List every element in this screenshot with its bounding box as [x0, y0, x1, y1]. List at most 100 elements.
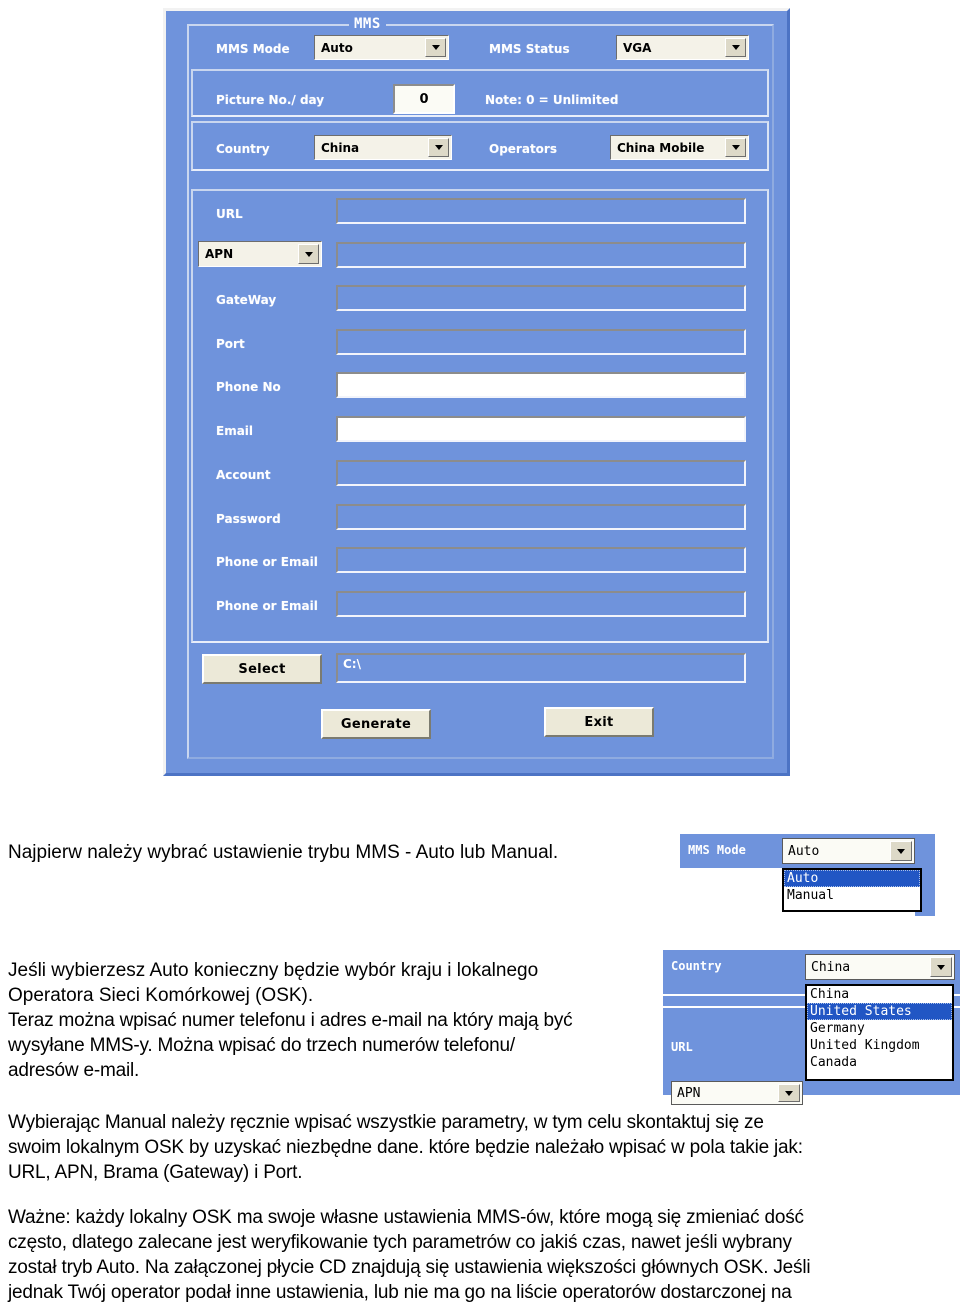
phone-no-input[interactable] — [336, 372, 746, 398]
mms-mode-label: MMS Mode — [216, 42, 290, 56]
callout-country-dropdown-button[interactable] — [930, 957, 952, 977]
paragraph-5-line-3: został tryb Auto. Na załączonej płycie C… — [8, 1257, 811, 1278]
phone-or-email-1-value — [338, 549, 744, 551]
apn-value — [338, 244, 744, 246]
paragraph-1-line-1: Najpierw należy wybrać ustawienie trybu … — [8, 842, 559, 863]
url-label: URL — [216, 207, 243, 221]
mms-status-select[interactable]: VGA — [616, 35, 749, 60]
mms-settings-dialog: MMS MMS Mode Auto MMS Status VGA Picture… — [163, 8, 790, 776]
port-label: Port — [216, 337, 245, 351]
phone-or-email-2-input[interactable] — [336, 591, 746, 617]
callout-country-option-united-states[interactable]: United States — [807, 1003, 952, 1020]
generate-button[interactable]: Generate — [321, 709, 431, 739]
operators-select[interactable]: China Mobile — [610, 135, 749, 160]
account-input[interactable] — [336, 460, 746, 486]
callout-country-option-china[interactable]: China — [807, 986, 952, 1003]
callout-mms-mode-option-auto[interactable]: Auto — [784, 870, 920, 887]
apn-input[interactable] — [336, 242, 746, 268]
callout-mms-mode-select[interactable]: Auto — [782, 838, 915, 864]
callout-country-option-canada[interactable]: Canada — [807, 1054, 952, 1071]
mms-mode-select[interactable]: Auto — [314, 35, 449, 60]
mms-status-label: MMS Status — [489, 42, 570, 56]
paragraph-2-line-2: Operatora Sieci Komórkowej (OSK). — [8, 985, 314, 1006]
chevron-down-icon — [785, 1090, 793, 1096]
email-value — [338, 418, 744, 420]
path-input[interactable]: C:\ — [336, 653, 746, 683]
apn-select[interactable]: APN — [198, 241, 322, 267]
callout-mms-mode-option-list[interactable]: Auto Manual — [782, 868, 922, 912]
paragraph-5-line-4: jednak Twój operator podał inne ustawien… — [8, 1282, 792, 1303]
country-label: Country — [216, 142, 270, 156]
paragraph-3-line-1: Teraz można wpisać numer telefonu i adre… — [8, 1010, 573, 1031]
paragraph-3-line-2: wysyłane MMS-y. Można wpisać do trzech n… — [8, 1035, 515, 1056]
phone-no-value — [338, 374, 744, 376]
select-button[interactable]: Select — [202, 654, 322, 684]
email-input[interactable] — [336, 416, 746, 442]
password-value — [338, 506, 744, 508]
chevron-down-icon — [897, 848, 905, 854]
phone-or-email-2-label: Phone or Email — [216, 599, 318, 613]
picture-no-label: Picture No./ day — [216, 93, 325, 107]
password-label: Password — [216, 512, 281, 526]
paragraph-2: Jeśli wybierzesz Auto konieczny będzie w… — [8, 958, 668, 1008]
paragraph-2-line-1: Jeśli wybierzesz Auto konieczny będzie w… — [8, 960, 539, 981]
paragraph-4-line-1: Wybierając Manual należy ręcznie wpisać … — [8, 1112, 764, 1133]
mms-status-dropdown-button[interactable] — [725, 38, 746, 57]
url-value — [338, 200, 744, 202]
operators-value: China Mobile — [617, 140, 705, 155]
chevron-down-icon — [731, 145, 740, 150]
callout-country-select[interactable]: China — [805, 954, 955, 980]
port-value — [338, 331, 744, 333]
chevron-down-icon — [304, 251, 313, 257]
mms-mode-dropdown-button[interactable] — [425, 38, 446, 57]
paragraph-5: Ważne: każdy lokalny OSK ma swoje własne… — [8, 1205, 958, 1305]
callout-mms-mode-background-right — [915, 834, 935, 868]
paragraph-3-line-3: adresów e-mail. — [8, 1060, 140, 1081]
callout-country-apn-dropdown-button[interactable] — [778, 1084, 800, 1102]
paragraph-3: Teraz można wpisać numer telefonu i adre… — [8, 1008, 688, 1083]
callout-country-label: Country — [671, 959, 722, 973]
password-input[interactable] — [336, 504, 746, 530]
mms-mode-value: Auto — [321, 40, 353, 55]
callout-country-option-germany[interactable]: Germany — [807, 1020, 952, 1037]
chevron-down-icon — [731, 45, 740, 50]
operators-dropdown-button[interactable] — [725, 138, 746, 157]
callout-mms-mode-value: Auto — [788, 843, 820, 859]
callout-country-apn-select[interactable]: APN — [671, 1081, 803, 1105]
chevron-down-icon — [937, 964, 945, 970]
apn-dropdown-button[interactable] — [298, 244, 319, 264]
country-value: China — [321, 140, 360, 155]
account-value — [338, 462, 744, 464]
account-label: Account — [216, 468, 271, 482]
apn-label: APN — [205, 247, 234, 261]
gateway-value — [338, 287, 744, 289]
callout-mms-mode-dropdown: MMS Mode Auto Auto Manual — [680, 834, 935, 916]
chevron-down-icon — [431, 45, 440, 50]
picture-no-input[interactable]: 0 — [393, 84, 455, 114]
phone-or-email-1-label: Phone or Email — [216, 555, 318, 569]
path-value: C:\ — [343, 657, 361, 671]
email-label: Email — [216, 424, 254, 438]
callout-mms-mode-label: MMS Mode — [688, 843, 746, 857]
phone-no-label: Phone No — [216, 380, 281, 394]
callout-country-option-united-kingdom[interactable]: United Kingdom — [807, 1037, 952, 1054]
callout-mms-mode-dropdown-button[interactable] — [890, 841, 912, 861]
port-input[interactable] — [336, 329, 746, 355]
gateway-input[interactable] — [336, 285, 746, 311]
mms-group-legend: MMS — [349, 17, 386, 31]
phone-or-email-2-value — [338, 593, 744, 595]
paragraph-5-line-1: Ważne: każdy lokalny OSK ma swoje własne… — [8, 1207, 804, 1228]
callout-country-apn-label: APN — [677, 1085, 701, 1101]
callout-country-option-list[interactable]: China United States Germany United Kingd… — [805, 984, 954, 1081]
callout-country-dropdown: Country China URL APN China United State… — [663, 950, 960, 1105]
country-dropdown-button[interactable] — [428, 138, 449, 157]
gateway-label: GateWay — [216, 293, 277, 307]
paragraph-4-line-2: swoim lokalnym OSK by uzyskać niezbędne … — [8, 1137, 803, 1158]
operators-label: Operators — [489, 142, 557, 156]
callout-mms-mode-option-manual[interactable]: Manual — [784, 887, 920, 904]
url-input[interactable] — [336, 198, 746, 224]
phone-or-email-1-input[interactable] — [336, 547, 746, 573]
paragraph-4: Wybierając Manual należy ręcznie wpisać … — [8, 1110, 958, 1185]
exit-button[interactable]: Exit — [544, 707, 654, 737]
country-select[interactable]: China — [314, 135, 452, 160]
